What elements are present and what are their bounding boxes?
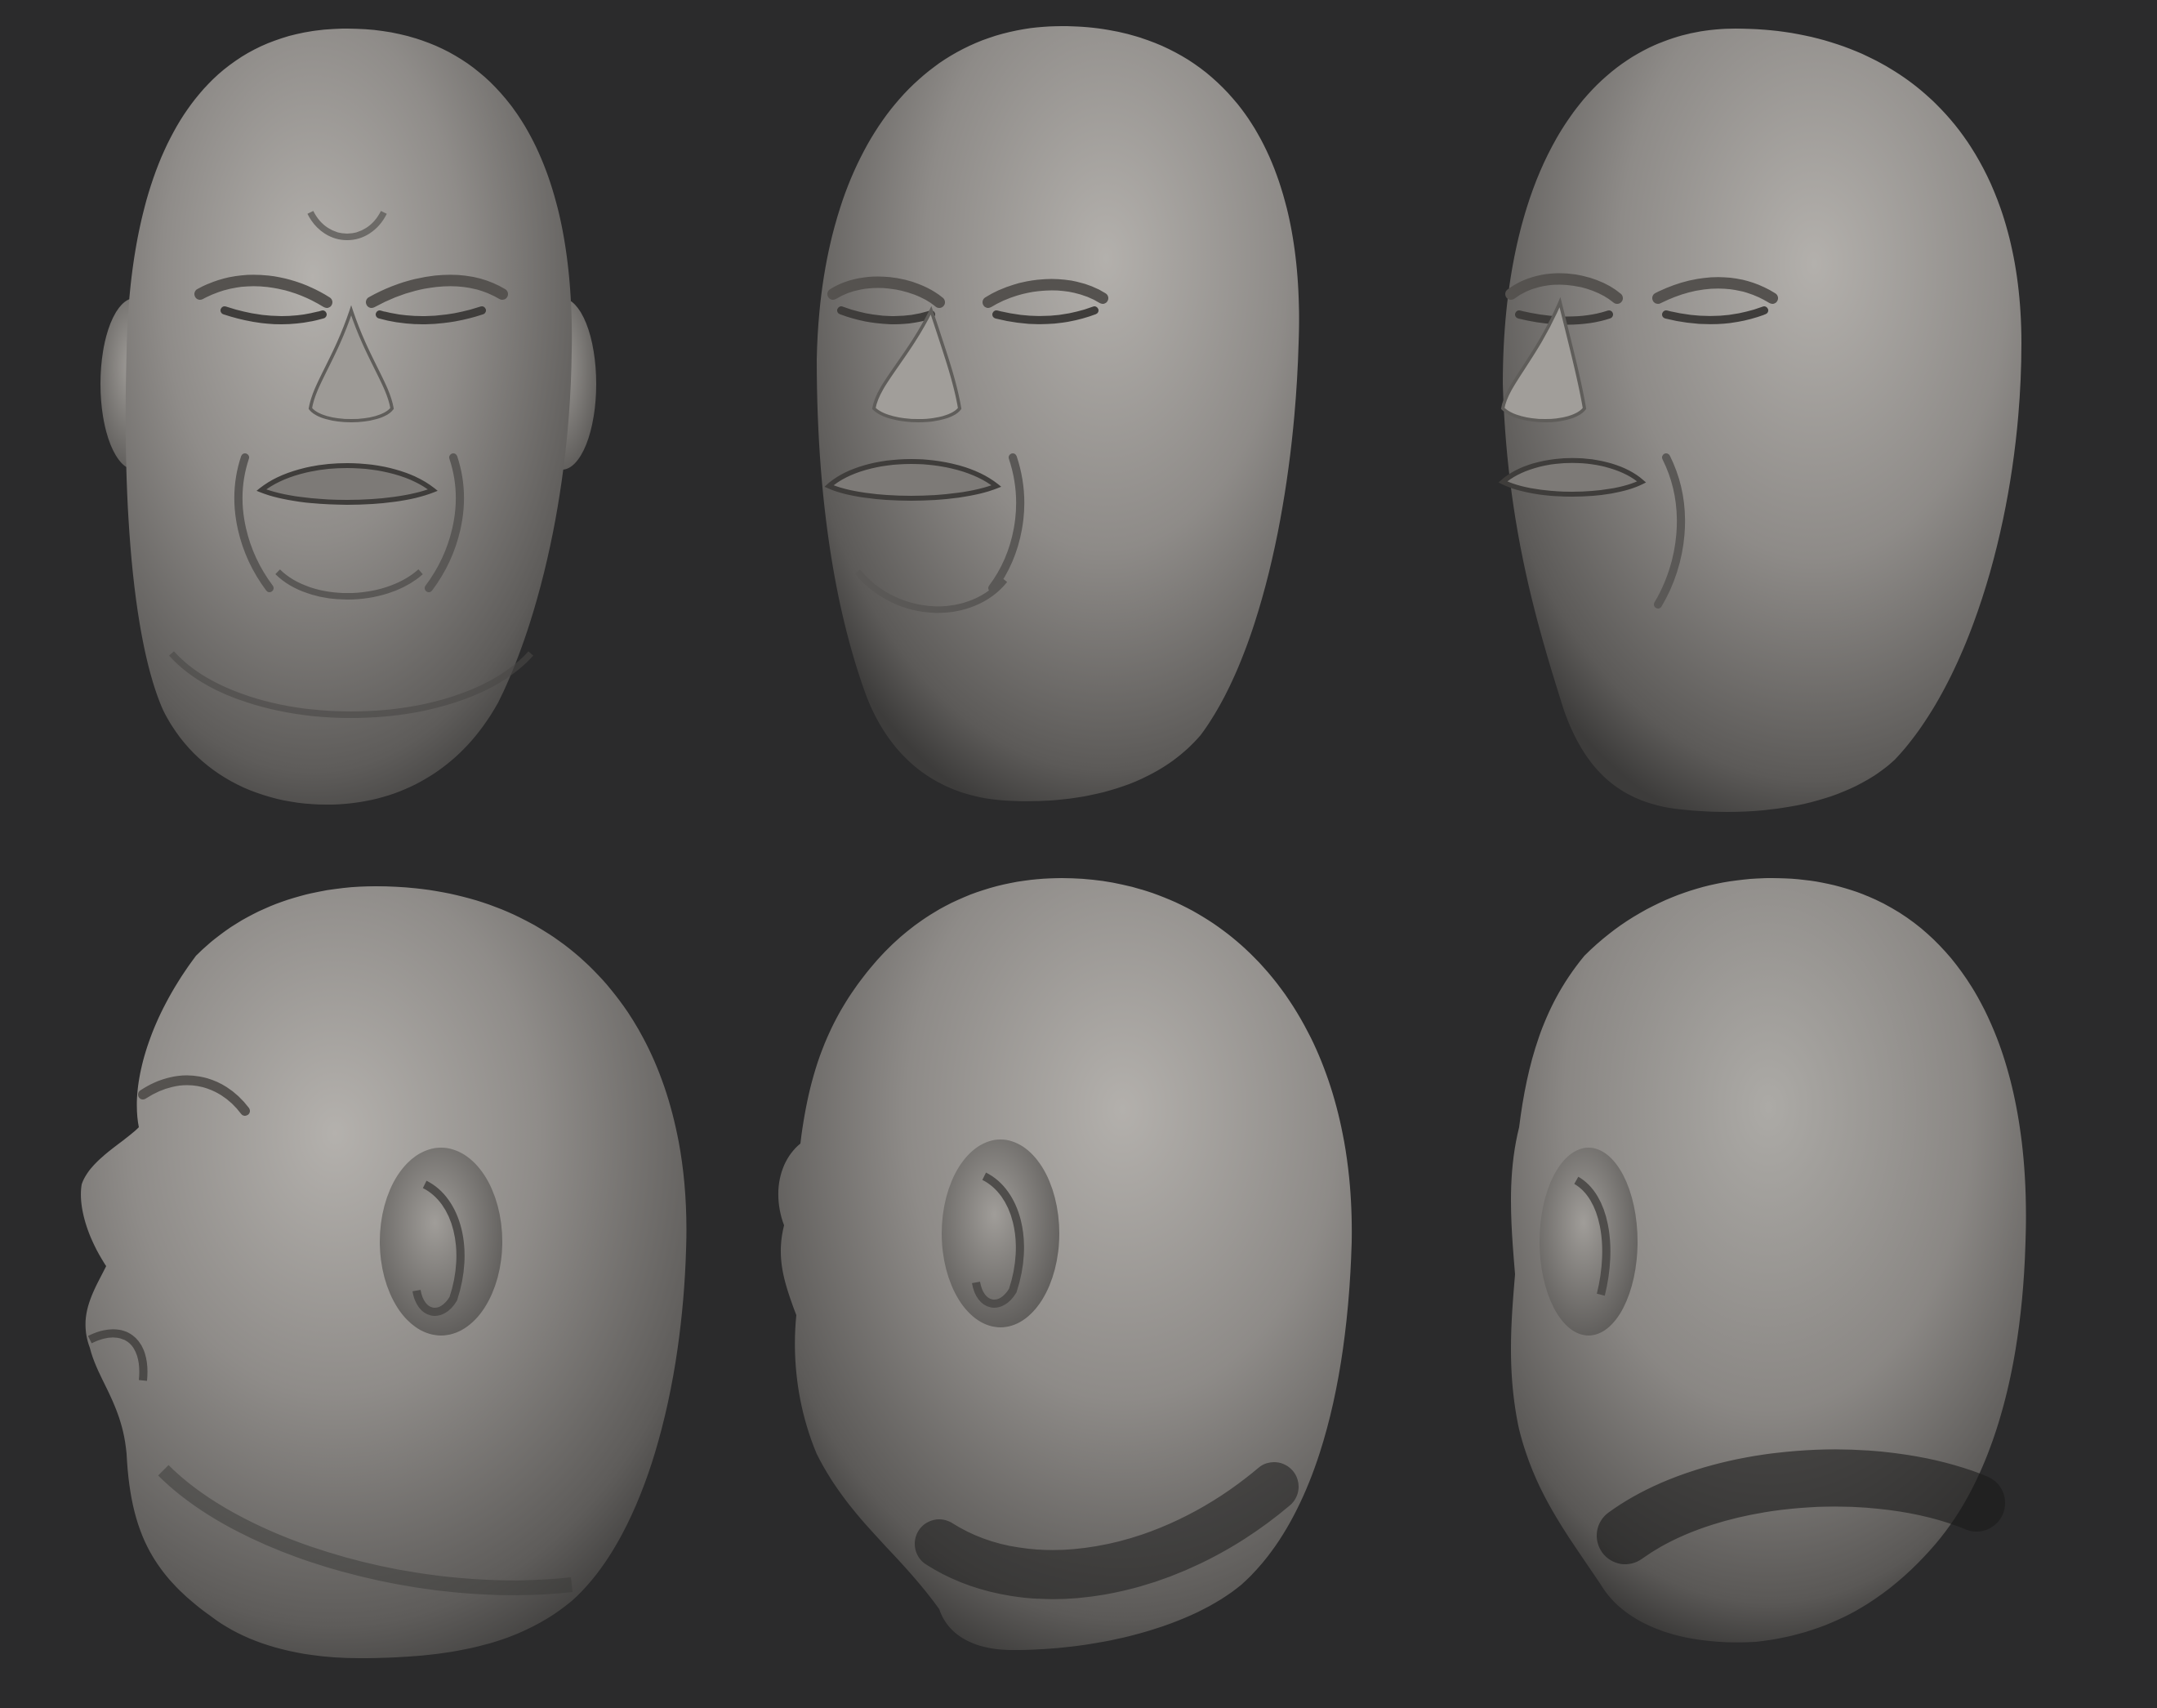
head-rear-left [778,878,1353,1650]
view-three-quarter [817,26,1299,801]
view-profile-turn [1498,29,2021,812]
view-rear [1511,878,2026,1643]
ear-rear [1540,1148,1638,1336]
head-profile-turn [1503,29,2021,812]
view-front [100,29,596,805]
sculpt-render-canvas [0,0,2157,1708]
view-rear-left [778,878,1353,1650]
view-left-side [81,886,687,1658]
sculpt-views [81,26,2026,1658]
